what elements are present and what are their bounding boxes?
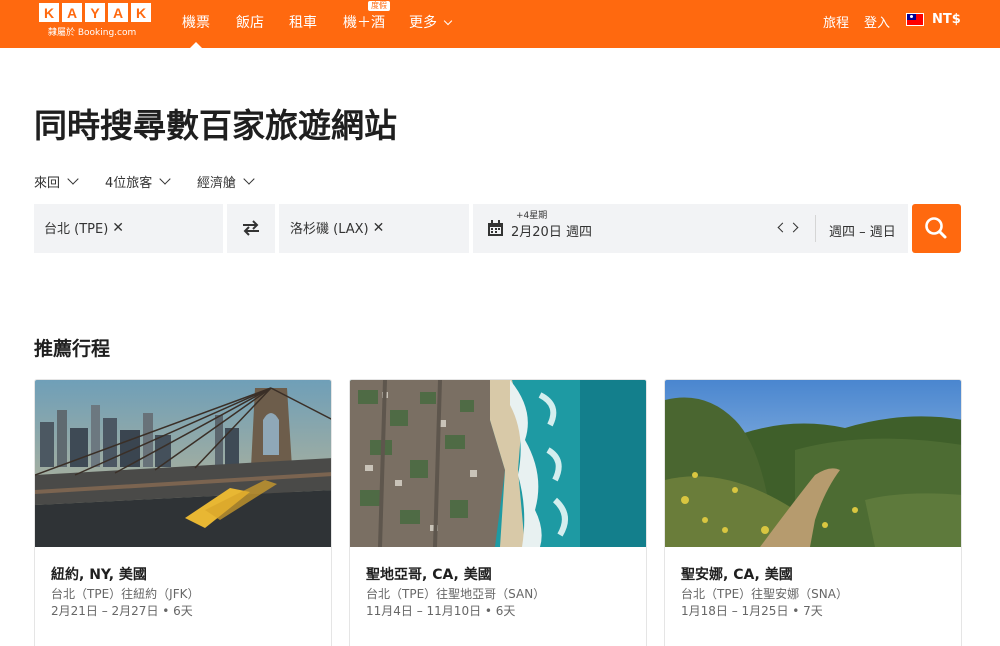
- destination-chip[interactable]: 洛杉磯 (LAX) ✕: [290, 218, 385, 238]
- nav-flights[interactable]: 機票: [182, 12, 210, 32]
- trip-type-label: 來回: [34, 176, 61, 191]
- logo-subtitle: 隸屬於 Booking.com: [48, 28, 137, 38]
- nav-cars[interactable]: 租車: [289, 12, 317, 32]
- currency-selector[interactable]: NT$: [932, 12, 961, 27]
- top-header: K A Y A K 隸屬於 Booking.com 機票 飯店 租車 度假 機＋…: [0, 0, 1000, 48]
- origin-chip[interactable]: 台北 (TPE) ✕: [44, 218, 124, 238]
- card-city: 紐約, NY, 美國: [51, 567, 147, 583]
- card-dates: 11月4日 – 11月10日 • 6天: [366, 604, 516, 618]
- page-title: 同時搜尋數百家旅遊網站: [34, 106, 397, 145]
- chevron-down-icon: [67, 173, 79, 185]
- card-route: 台北（TPE）往紐約（JFK）: [51, 587, 200, 601]
- chevron-down-icon: [243, 173, 255, 185]
- nav-packages[interactable]: 機＋酒: [343, 12, 385, 32]
- new-york-bridge-image: [35, 380, 331, 547]
- taiwan-flag-icon[interactable]: [906, 13, 924, 26]
- kayak-logo[interactable]: K A Y A K 隸屬於 Booking.com: [39, 3, 151, 38]
- card-dates: 2月21日 – 2月27日 • 6天: [51, 604, 193, 618]
- swap-icon[interactable]: [241, 218, 261, 238]
- chevron-down-icon: [444, 16, 453, 26]
- origin-field[interactable]: 台北 (TPE) ✕: [34, 204, 223, 253]
- date-divider: [815, 215, 816, 242]
- trip-card-santa-ana[interactable]: 聖安娜, CA, 美國 台北（TPE）往聖安娜（SNA） 1月18日 – 1月2…: [664, 379, 962, 646]
- logo-letters: K A Y A K: [39, 3, 151, 22]
- chevron-left-icon[interactable]: [777, 222, 788, 233]
- san-diego-aerial-image: [350, 380, 646, 547]
- card-dates: 1月18日 – 1月25日 • 7天: [681, 604, 823, 618]
- destination-field[interactable]: 洛杉磯 (LAX) ✕: [279, 204, 469, 253]
- origin-value: 台北 (TPE): [44, 222, 109, 237]
- logo-letter: A: [62, 3, 82, 22]
- travelers-label: 4位旅客: [105, 176, 153, 191]
- cabin-label: 經濟艙: [197, 176, 237, 191]
- search-icon: [925, 217, 947, 239]
- travelers-dropdown[interactable]: 4位旅客: [105, 172, 171, 191]
- calendar-icon: [488, 220, 503, 236]
- logo-letter: K: [131, 3, 151, 22]
- trip-card-san-diego[interactable]: 聖地亞哥, CA, 美國 台北（TPE）往聖地亞哥（SAN） 11月4日 – 1…: [349, 379, 647, 646]
- nav-more-label: 更多: [409, 15, 437, 31]
- section-title: 推薦行程: [34, 338, 111, 360]
- santa-ana-hills-image: [665, 380, 961, 547]
- logo-letter: Y: [85, 3, 105, 22]
- nav-hotels[interactable]: 飯店: [236, 12, 264, 32]
- remove-origin-icon[interactable]: ✕: [112, 220, 124, 236]
- date-offset: +4星期: [516, 211, 548, 221]
- chevron-down-icon: [159, 173, 171, 185]
- card-route: 台北（TPE）往聖地亞哥（SAN）: [366, 587, 546, 601]
- remove-destination-icon[interactable]: ✕: [373, 220, 385, 236]
- nav-more[interactable]: 更多: [409, 12, 453, 32]
- date-value[interactable]: 2月20日 週四: [511, 221, 592, 240]
- destination-value: 洛杉磯 (LAX): [290, 222, 369, 237]
- logo-letter: A: [108, 3, 128, 22]
- card-city: 聖安娜, CA, 美國: [681, 567, 793, 583]
- search-button[interactable]: [912, 204, 961, 253]
- day-range[interactable]: 週四 – 週日: [829, 221, 896, 240]
- date-field[interactable]: +4星期 2月20日 週四 週四 – 週日: [473, 204, 908, 253]
- trip-type-dropdown[interactable]: 來回: [34, 172, 79, 191]
- cabin-dropdown[interactable]: 經濟艙: [197, 172, 255, 191]
- login-link[interactable]: 登入: [864, 12, 890, 31]
- trip-card-new-york[interactable]: 紐約, NY, 美國 台北（TPE）往紐約（JFK） 2月21日 – 2月27日…: [34, 379, 332, 646]
- trips-link[interactable]: 旅程: [823, 12, 849, 31]
- packages-badge: 度假: [368, 1, 390, 11]
- card-route: 台北（TPE）往聖安娜（SNA）: [681, 587, 848, 601]
- logo-letter: K: [39, 3, 59, 22]
- card-city: 聖地亞哥, CA, 美國: [366, 567, 492, 583]
- chevron-right-icon[interactable]: [788, 222, 799, 233]
